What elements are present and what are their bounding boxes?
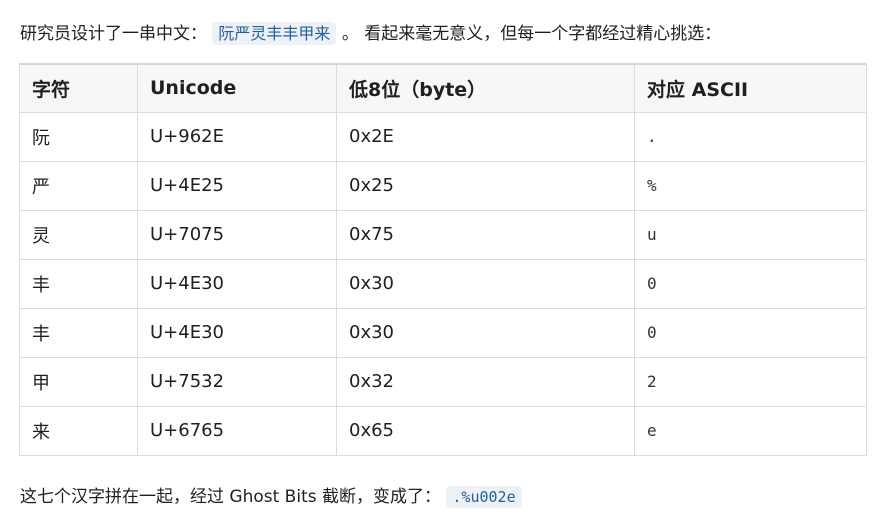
table-row: 丰 U+4E30 0x30 0 <box>19 307 867 358</box>
outro-inline-code: .%u002e <box>446 486 522 508</box>
cell-low-byte: 0x75 <box>336 209 635 260</box>
cell-ascii: % <box>634 160 867 211</box>
cell-unicode: U+962E <box>137 111 337 162</box>
cell-low-byte: 0x2E <box>336 111 635 162</box>
table-row: 灵 U+7075 0x75 u <box>19 209 867 260</box>
cell-char: 丰 <box>19 307 138 358</box>
cell-low-byte: 0x32 <box>336 356 635 407</box>
table-row: 严 U+4E25 0x25 % <box>19 160 867 211</box>
table-header-row: 字符 Unicode 低8位（byte） 对应 ASCII <box>19 63 867 113</box>
table-row: 丰 U+4E30 0x30 0 <box>19 258 867 309</box>
cell-char: 严 <box>19 160 138 211</box>
cell-low-byte: 0x65 <box>336 405 635 456</box>
header-char: 字符 <box>19 63 138 113</box>
intro-text-after: 。 看起来毫无意义，但每一个字都经过精心挑选： <box>341 24 722 44</box>
mapping-table: 字符 Unicode 低8位（byte） 对应 ASCII 阮 U+962E 0… <box>19 63 867 456</box>
outro-text-before: 这七个汉字拼在一起，经过 Ghost Bits 截断，变成了： <box>20 487 441 507</box>
cell-unicode: U+7075 <box>137 209 337 260</box>
cell-char: 灵 <box>19 209 138 260</box>
cell-ascii: . <box>634 111 867 162</box>
cell-char: 甲 <box>19 356 138 407</box>
table-row: 甲 U+7532 0x32 2 <box>19 356 867 407</box>
cell-unicode: U+4E25 <box>137 160 337 211</box>
cell-ascii: u <box>634 209 867 260</box>
cell-char: 阮 <box>19 111 138 162</box>
header-low-byte: 低8位（byte） <box>336 63 635 113</box>
intro-inline-code: 阮严灵丰丰甲来 <box>212 22 337 45</box>
outro-paragraph: 这七个汉字拼在一起，经过 Ghost Bits 截断，变成了： .%u002e <box>20 482 522 512</box>
cell-ascii: 0 <box>634 307 867 358</box>
cell-unicode: U+4E30 <box>137 258 337 309</box>
intro-text-before: 研究员设计了一串中文： <box>20 24 207 44</box>
table-row: 阮 U+962E 0x2E . <box>19 111 867 162</box>
cell-low-byte: 0x30 <box>336 258 635 309</box>
cell-char: 来 <box>19 405 138 456</box>
cell-unicode: U+4E30 <box>137 307 337 358</box>
intro-paragraph: 研究员设计了一串中文： 阮严灵丰丰甲来 。 看起来毫无意义，但每一个字都经过精心… <box>20 20 721 48</box>
cell-ascii: 2 <box>634 356 867 407</box>
cell-ascii: e <box>634 405 867 456</box>
cell-unicode: U+6765 <box>137 405 337 456</box>
cell-ascii: 0 <box>634 258 867 309</box>
header-unicode: Unicode <box>137 63 337 113</box>
cell-low-byte: 0x30 <box>336 307 635 358</box>
cell-unicode: U+7532 <box>137 356 337 407</box>
table-row: 来 U+6765 0x65 e <box>19 405 867 456</box>
cell-char: 丰 <box>19 258 138 309</box>
cell-low-byte: 0x25 <box>336 160 635 211</box>
header-ascii: 对应 ASCII <box>634 63 867 113</box>
